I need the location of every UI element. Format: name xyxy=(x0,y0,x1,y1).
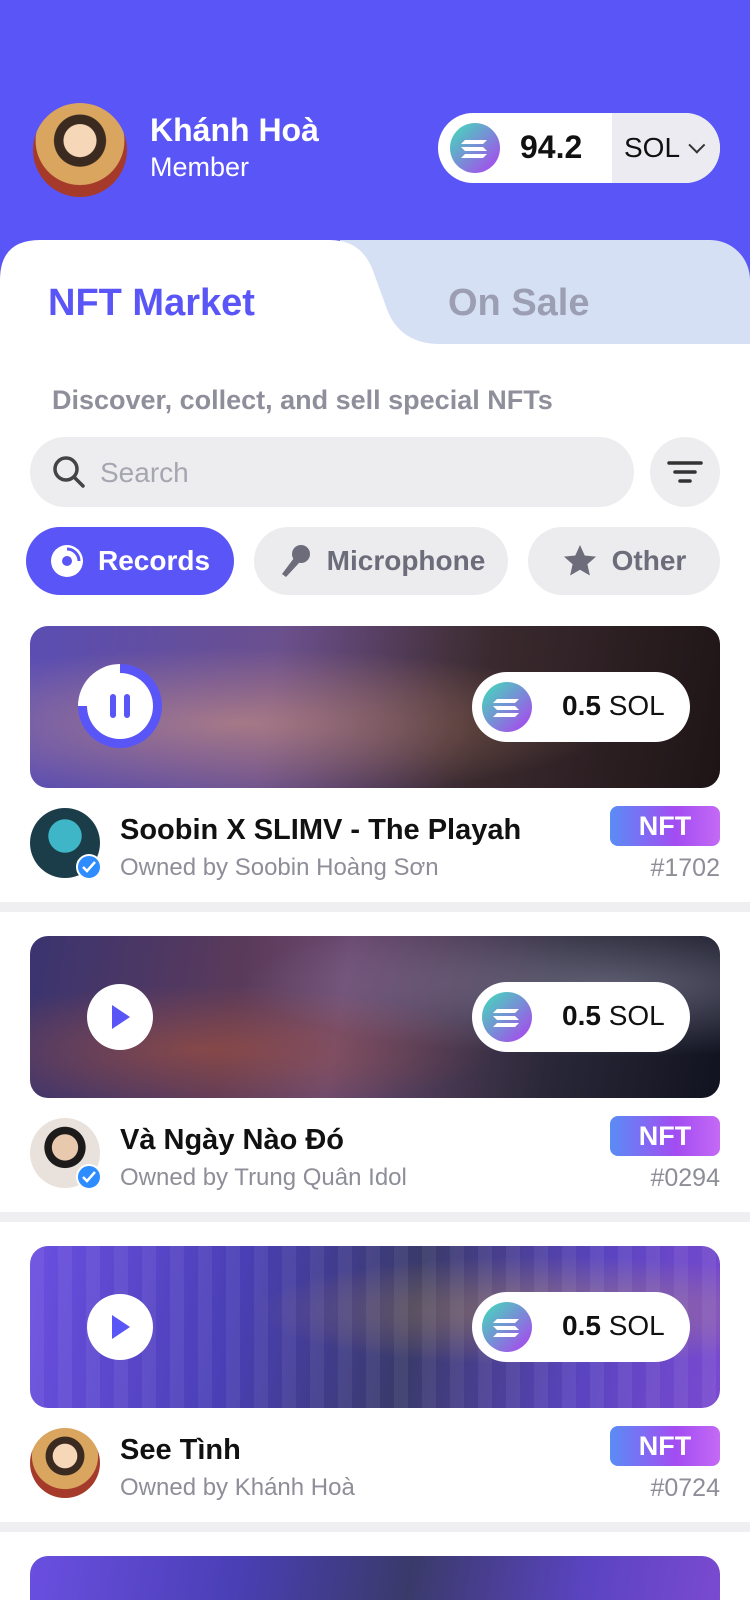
tab-on-sale-label[interactable]: On Sale xyxy=(448,282,590,325)
pause-icon xyxy=(110,694,130,718)
price-unit: SOL xyxy=(608,1000,665,1031)
nft-cover-image[interactable] xyxy=(30,1556,720,1600)
price-value: 0.5 xyxy=(562,1000,601,1031)
filter-button[interactable] xyxy=(650,437,720,507)
price-pill: 0.5 SOL xyxy=(472,672,690,742)
price-unit: SOL xyxy=(608,690,665,721)
play-button[interactable] xyxy=(87,1294,153,1360)
verified-icon xyxy=(76,1164,102,1190)
nft-card[interactable]: 0.5 SOL Và Ngày Nào Đó Owned by Trung Qu… xyxy=(0,936,750,1226)
owner-avatar[interactable] xyxy=(30,1428,100,1498)
solana-coin-icon xyxy=(482,1302,532,1352)
price-unit: SOL xyxy=(608,1310,665,1341)
wallet-balance[interactable]: 94.2 SOL xyxy=(438,113,720,183)
tab-nft-market[interactable]: NFT Market xyxy=(48,282,255,325)
nft-card[interactable] xyxy=(0,1556,750,1600)
nft-id: #0724 xyxy=(650,1474,720,1502)
nft-badge: NFT xyxy=(610,1116,720,1156)
tab-bar: NFT Market On Sale xyxy=(0,240,750,370)
nft-cover-image[interactable]: 0.5 SOL xyxy=(30,1246,720,1408)
nft-title[interactable]: Soobin X SLIMV - The Playah xyxy=(120,814,521,847)
nft-title[interactable]: See Tình xyxy=(120,1434,241,1467)
play-icon xyxy=(112,1005,130,1029)
user-name: Khánh Hoà xyxy=(150,112,319,148)
chevron-down-icon xyxy=(688,136,706,154)
price-pill: 0.5 SOL xyxy=(472,982,690,1052)
divider xyxy=(0,1522,750,1532)
search-icon xyxy=(53,456,85,488)
record-icon xyxy=(50,545,83,577)
category-label: Records xyxy=(97,545,211,576)
nft-badge: NFT xyxy=(610,1426,720,1466)
category-records[interactable]: Records xyxy=(26,527,234,595)
price-value: 0.5 xyxy=(562,1310,601,1341)
play-button[interactable] xyxy=(87,984,153,1050)
solana-coin-icon xyxy=(482,682,532,732)
page-subtitle: Discover, collect, and sell special NFTs xyxy=(52,385,553,415)
nft-owner: Owned by Khánh Hoà xyxy=(120,1474,355,1501)
balance-amount: 94.2 xyxy=(520,129,583,165)
category-microphone[interactable]: Microphone xyxy=(254,527,508,595)
divider xyxy=(0,902,750,912)
verified-icon xyxy=(76,854,102,880)
microphone-icon xyxy=(281,545,310,577)
price-pill: 0.5 SOL xyxy=(472,1292,690,1362)
star-icon xyxy=(563,545,596,576)
search-placeholder: Search xyxy=(100,457,189,488)
nft-id: #1702 xyxy=(650,854,720,882)
solana-coin-icon xyxy=(482,992,532,1042)
nft-id: #0294 xyxy=(650,1164,720,1192)
nft-card[interactable]: 0.5 SOL See Tình Owned by Khánh Hoà NFT … xyxy=(0,1246,750,1536)
nft-badge: NFT xyxy=(610,806,720,846)
avatar[interactable] xyxy=(30,100,130,200)
play-icon xyxy=(112,1315,130,1339)
nft-cover-image[interactable]: 0.5 SOL xyxy=(30,626,720,788)
nft-owner: Owned by Soobin Hoàng Sơn xyxy=(120,854,439,881)
price-value: 0.5 xyxy=(562,690,601,721)
category-label: Microphone xyxy=(326,545,486,576)
category-label: Other xyxy=(611,545,687,576)
nft-cover-image[interactable]: 0.5 SOL xyxy=(30,936,720,1098)
currency-label: SOL xyxy=(624,132,681,163)
currency-select[interactable]: SOL xyxy=(612,113,720,183)
nft-title[interactable]: Và Ngày Nào Đó xyxy=(120,1124,344,1157)
solana-coin-icon xyxy=(450,123,500,173)
divider xyxy=(0,1212,750,1222)
search-bar[interactable]: Search xyxy=(30,437,634,507)
user-role: Member xyxy=(150,152,250,182)
filter-icon xyxy=(667,461,703,483)
pause-button[interactable] xyxy=(87,673,153,739)
nft-card[interactable]: 0.5 SOL Soobin X SLIMV - The Playah Owne… xyxy=(0,626,750,916)
category-other[interactable]: Other xyxy=(528,527,720,595)
nft-owner: Owned by Trung Quân Idol xyxy=(120,1164,407,1191)
